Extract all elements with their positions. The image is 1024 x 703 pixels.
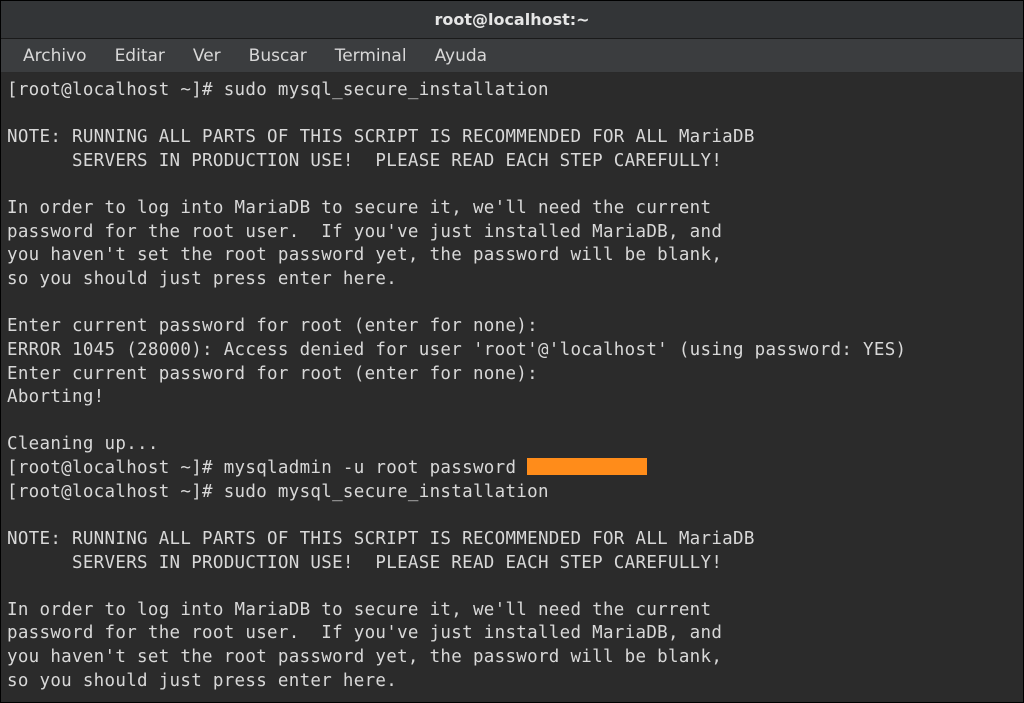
output-line: NOTE: RUNNING ALL PARTS OF THIS SCRIPT I… <box>7 529 755 549</box>
output-line: In order to log into MariaDB to secure i… <box>7 600 711 620</box>
output-line: password for the root user. If you've ju… <box>7 623 722 643</box>
terminal-window: root@localhost:~ Archivo Editar Ver Busc… <box>0 0 1024 703</box>
output-line: you haven't set the root password yet, t… <box>7 647 722 667</box>
prompt: [root@localhost ~]# <box>7 482 224 502</box>
redacted-password <box>527 458 647 475</box>
menu-terminal[interactable]: Terminal <box>321 42 421 70</box>
output-line: In order to log into MariaDB to secure i… <box>7 198 711 218</box>
command-line: sudo mysql_secure_installation <box>224 80 549 100</box>
command-line: sudo mysql_secure_installation <box>224 482 549 502</box>
output-line: Cleaning up... <box>7 434 159 454</box>
output-line: so you should just press enter here. <box>7 671 397 691</box>
command-line: mysqladmin -u root password <box>224 458 527 478</box>
output-line: so you should just press enter here. <box>7 269 397 289</box>
prompt: [root@localhost ~]# <box>7 80 224 100</box>
menu-ayuda[interactable]: Ayuda <box>421 42 502 70</box>
terminal-output[interactable]: [root@localhost ~]# sudo mysql_secure_in… <box>1 73 1023 699</box>
menu-buscar[interactable]: Buscar <box>235 42 321 70</box>
output-line: you haven't set the root password yet, t… <box>7 245 722 265</box>
window-title: root@localhost:~ <box>434 10 589 29</box>
menu-editar[interactable]: Editar <box>101 42 179 70</box>
output-line: SERVERS IN PRODUCTION USE! PLEASE READ E… <box>7 151 722 171</box>
output-line: SERVERS IN PRODUCTION USE! PLEASE READ E… <box>7 553 722 573</box>
output-line: Enter current password for root (enter f… <box>7 364 538 384</box>
menu-ver[interactable]: Ver <box>179 42 235 70</box>
titlebar: root@localhost:~ <box>1 1 1023 39</box>
output-line: Aborting! <box>7 387 105 407</box>
menu-archivo[interactable]: Archivo <box>9 42 101 70</box>
output-line: password for the root user. If you've ju… <box>7 222 722 242</box>
menubar: Archivo Editar Ver Buscar Terminal Ayuda <box>1 39 1023 73</box>
output-line: Enter current password for root (enter f… <box>7 316 538 336</box>
output-line: ERROR 1045 (28000): Access denied for us… <box>7 340 906 360</box>
prompt: [root@localhost ~]# <box>7 458 224 478</box>
output-line: NOTE: RUNNING ALL PARTS OF THIS SCRIPT I… <box>7 127 755 147</box>
